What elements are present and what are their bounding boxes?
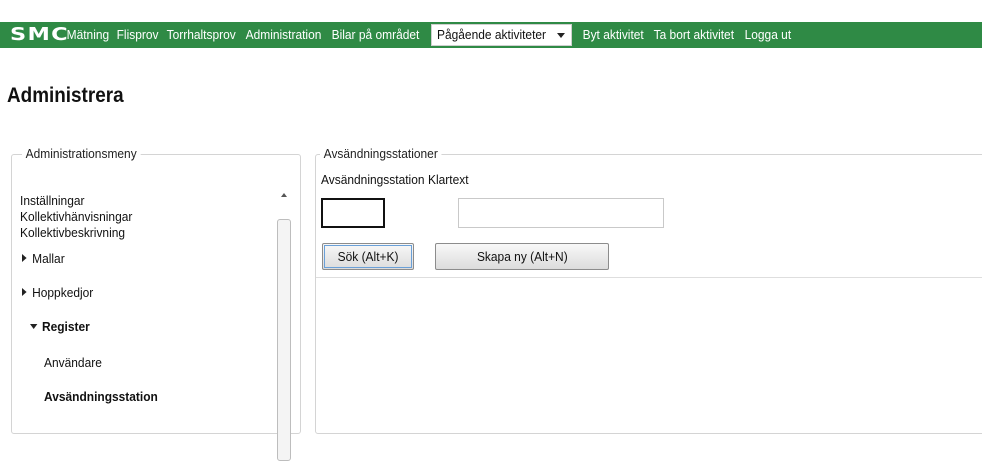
avsandningsstation-label: Avsändningsstation <box>321 172 425 187</box>
menu-scrollbar[interactable] <box>277 183 293 461</box>
avsandningsstationer-legend: Avsändningsstationer <box>320 146 442 162</box>
page-title: Administrera <box>7 84 124 107</box>
klartext-input[interactable] <box>458 198 664 228</box>
divider <box>316 277 982 278</box>
search-button[interactable]: Sök (Alt+K) <box>322 243 414 270</box>
avsandningsstationer-panel: Avsändningsstationer Avsändningsstation … <box>315 146 982 434</box>
menu-item-label: Kollektivhänvisningar <box>20 209 133 224</box>
chevron-down-icon <box>557 32 566 38</box>
menu-item-label: Mallar <box>32 251 65 266</box>
administration-menu-legend: Administrationsmeny <box>22 146 141 162</box>
avsandningsstation-input[interactable] <box>321 198 385 228</box>
administration-menu-panel: Administrationsmeny Inställningar Kollek… <box>11 146 301 461</box>
create-new-button-label: Skapa ny (Alt+N) <box>476 249 568 264</box>
menu-item-mallar[interactable]: Mallar <box>22 251 65 266</box>
menu-item-anvandare[interactable]: Användare <box>44 355 102 370</box>
triangle-right-icon <box>22 288 27 296</box>
menu-item-label: Avsändningsstation <box>44 389 158 404</box>
create-new-button[interactable]: Skapa ny (Alt+N) <box>435 243 609 270</box>
menu-item-register[interactable]: Register <box>30 319 90 334</box>
pagaende-aktiviteter-dropdown[interactable]: Pågående aktiviteter <box>430 24 573 46</box>
klartext-label: Klartext <box>427 172 469 187</box>
menu-item-label: Hoppkedjor <box>32 285 94 300</box>
menu-item-label: Kollektivbeskrivning <box>20 225 126 240</box>
menu-item-hoppkedjor[interactable]: Hoppkedjor <box>22 285 93 300</box>
nav-item-bilar-pa-omradet[interactable]: Bilar på området <box>327 22 424 48</box>
scrollbar-thumb[interactable] <box>277 219 291 461</box>
logo: SMC <box>10 24 69 45</box>
triangle-right-icon <box>22 254 27 262</box>
menu-item-label: Register <box>41 319 90 334</box>
menu-item-label: Inställningar <box>20 193 85 208</box>
top-nav-bar: SMC Mätning Flisprov Torrhaltsprov Admin… <box>0 22 982 48</box>
nav-item-ta-bort-aktivitet[interactable]: Ta bort aktivitet <box>649 22 739 48</box>
nav-item-torrhaltsprov[interactable]: Torrhaltsprov <box>162 22 240 48</box>
nav-item-logga-ut[interactable]: Logga ut <box>740 22 796 48</box>
dropdown-label: Pågående aktiviteter <box>436 27 546 42</box>
menu-item-installningar[interactable]: Inställningar <box>20 193 85 208</box>
menu-item-avsandningsstation[interactable]: Avsändningsstation <box>44 389 158 404</box>
nav-item-flisprov[interactable]: Flisprov <box>112 22 163 48</box>
nav-item-byt-aktivitet[interactable]: Byt aktivitet <box>578 22 648 48</box>
search-button-label: Sök (Alt+K) <box>337 249 399 264</box>
nav-item-matning[interactable]: Mätning <box>62 22 114 48</box>
scroll-up-arrow-icon[interactable] <box>281 193 287 197</box>
triangle-down-icon <box>30 324 38 329</box>
nav-item-administration[interactable]: Administration <box>241 22 326 48</box>
menu-item-kollektivbeskrivning[interactable]: Kollektivbeskrivning <box>20 225 125 240</box>
menu-item-label: Användare <box>44 355 102 370</box>
menu-item-kollektivhanvisningar[interactable]: Kollektivhänvisningar <box>20 209 132 224</box>
form-labels: Avsändningsstation Klartext <box>321 172 472 187</box>
